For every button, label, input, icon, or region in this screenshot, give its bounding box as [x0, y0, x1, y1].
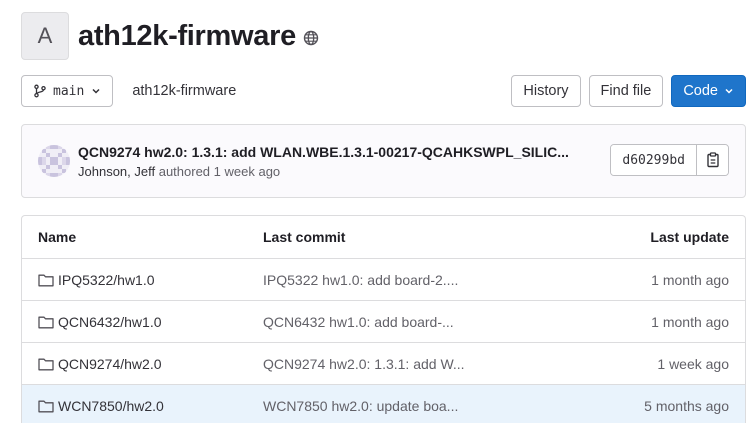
folder-icon — [38, 357, 54, 371]
table-header: Name Last commit Last update — [22, 216, 745, 259]
branch-selector[interactable]: main — [21, 75, 114, 107]
commit-message-link[interactable]: QCN9274 hw2.0: 1.3.1: add W... — [263, 356, 563, 372]
folder-link[interactable]: IPQ5322/hw1.0 — [58, 272, 155, 288]
history-button[interactable]: History — [511, 75, 581, 107]
last-update-text: 1 month ago — [651, 313, 729, 330]
header-last-update: Last update — [650, 229, 729, 245]
branch-icon — [33, 84, 47, 98]
file-tree-table: Name Last commit Last update IPQ5322/hw1… — [21, 215, 746, 423]
code-button[interactable]: Code — [671, 75, 746, 107]
folder-icon — [38, 273, 54, 287]
project-title[interactable]: ath12k-firmware — [78, 20, 296, 53]
folder-link[interactable]: WCN7850/hw2.0 — [58, 398, 164, 414]
code-button-label: Code — [683, 83, 718, 99]
last-update-text: 1 month ago — [651, 271, 729, 288]
table-row[interactable]: WCN7850/hw2.0 WCN7850 hw2.0: update boa.… — [22, 385, 745, 423]
last-commit-panel: QCN9274 hw2.0: 1.3.1: add WLAN.WBE.1.3.1… — [21, 124, 746, 198]
table-row[interactable]: QCN6432/hw1.0 QCN6432 hw1.0: add board-.… — [22, 301, 745, 343]
breadcrumb[interactable]: ath12k-firmware — [132, 83, 236, 99]
commit-time: 1 week ago — [213, 164, 281, 179]
project-header: A ath12k-firmware — [21, 12, 319, 60]
commit-meta: Johnson, Jeff authored 1 week ago — [78, 164, 280, 179]
table-row[interactable]: IPQ5322/hw1.0 IPQ5322 hw1.0: add board-2… — [22, 259, 745, 301]
folder-link[interactable]: QCN9274/hw2.0 — [58, 356, 162, 372]
branch-name: main — [53, 83, 85, 99]
file-name-cell: QCN9274/hw2.0 — [22, 356, 263, 372]
header-name: Name — [38, 229, 77, 245]
folder-icon — [38, 399, 54, 413]
file-name-cell: WCN7850/hw2.0 — [22, 398, 263, 414]
commit-sha[interactable]: d60299bd — [611, 145, 696, 175]
chevron-down-icon — [91, 86, 101, 96]
last-update-text: 5 months ago — [644, 397, 729, 414]
file-name-cell: IPQ5322/hw1.0 — [22, 272, 263, 288]
header-last-commit: Last commit — [263, 229, 346, 245]
folder-link[interactable]: QCN6432/hw1.0 — [58, 314, 162, 330]
clipboard-icon — [706, 152, 720, 168]
chevron-down-icon — [724, 86, 734, 96]
commit-message-link[interactable]: QCN6432 hw1.0: add board-... — [263, 314, 563, 330]
globe-icon[interactable] — [303, 30, 319, 46]
project-avatar[interactable]: A — [21, 12, 69, 60]
commit-message-link[interactable]: WCN7850 hw2.0: update boa... — [263, 398, 563, 414]
folder-icon — [38, 315, 54, 329]
commit-title[interactable]: QCN9274 hw2.0: 1.3.1: add WLAN.WBE.1.3.1… — [78, 144, 578, 160]
authored-text: authored — [158, 164, 211, 179]
history-button-label: History — [523, 83, 569, 99]
avatar-letter: A — [37, 23, 53, 48]
copy-sha-button[interactable] — [696, 145, 728, 175]
repository-toolbar: main ath12k-firmware History Find file C… — [21, 75, 746, 107]
find-file-button-label: Find file — [600, 83, 652, 99]
commit-author[interactable]: Johnson, Jeff — [78, 164, 155, 179]
find-file-button[interactable]: Find file — [588, 75, 664, 107]
table-row[interactable]: QCN9274/hw2.0 QCN9274 hw2.0: 1.3.1: add … — [22, 343, 745, 385]
file-name-cell: QCN6432/hw1.0 — [22, 314, 263, 330]
commit-sha-group: d60299bd — [610, 144, 729, 176]
last-update-text: 1 week ago — [657, 355, 729, 372]
author-avatar[interactable] — [38, 145, 70, 177]
commit-message-link[interactable]: IPQ5322 hw1.0: add board-2.... — [263, 272, 563, 288]
